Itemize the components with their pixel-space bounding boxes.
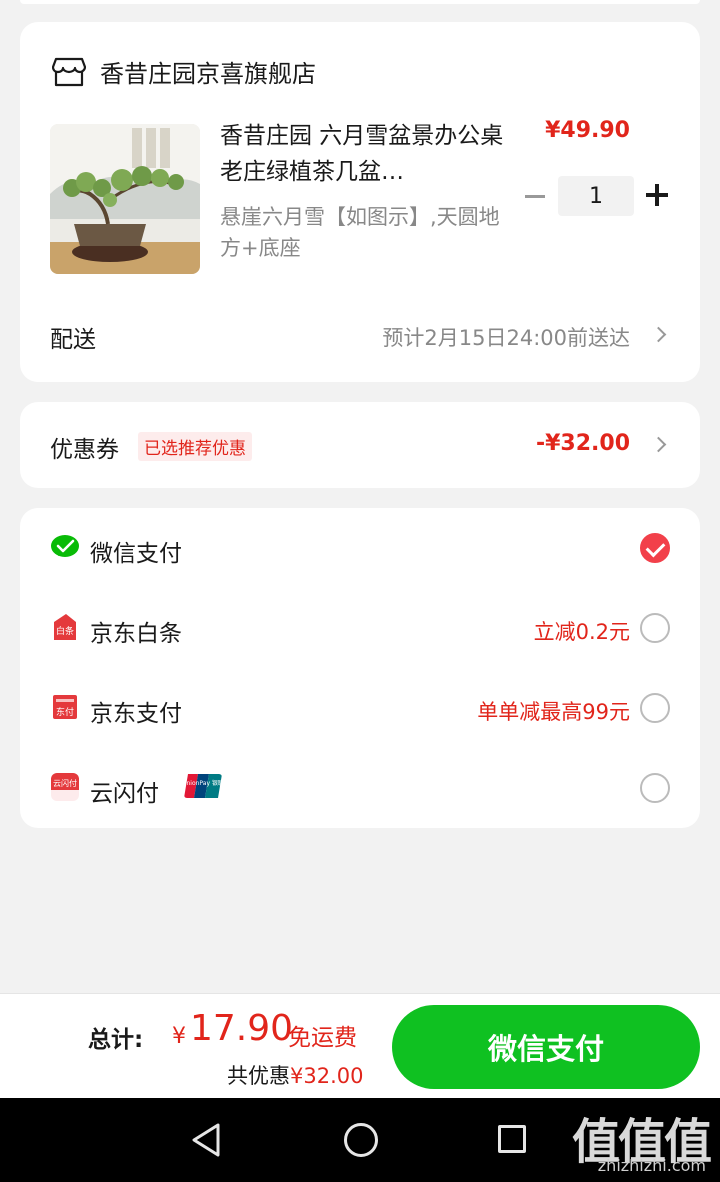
payment-option-jd-baitiao[interactable]: 白条 京东白条 立减0.2元 xyxy=(20,588,700,668)
total-label: 总计: xyxy=(88,1027,144,1053)
store-icon xyxy=(52,57,86,86)
payment-option-jd-pay[interactable]: 东付 京东支付 单单减最高99元 xyxy=(20,668,700,748)
payment-label: 京东白条 xyxy=(90,621,182,647)
payment-option-wechat[interactable]: 微信支付 xyxy=(20,508,700,588)
payment-radio-selected[interactable] xyxy=(640,533,670,563)
quantity-increase-button[interactable] xyxy=(646,184,668,206)
free-shipping-label: 免运费 xyxy=(288,1025,357,1051)
minus-icon xyxy=(525,194,545,198)
store-name: 香昔庄园京喜旗舰店 xyxy=(100,60,316,88)
coupon-label: 优惠券 xyxy=(50,437,119,463)
store-header[interactable]: 香昔庄园京喜旗舰店 xyxy=(52,54,316,89)
quickpass-icon: 云闪付 xyxy=(51,773,79,801)
system-navigation-bar: 值值值 zhizhizhi.com xyxy=(0,1098,720,1182)
payment-label: 云闪付 xyxy=(90,781,159,807)
coupon-card[interactable]: 优惠券 已选推荐优惠 -¥32.00 xyxy=(20,402,700,488)
jd-baitiao-icon: 白条 xyxy=(54,614,76,640)
wechat-pay-icon xyxy=(51,535,79,557)
previous-card-edge xyxy=(20,0,700,4)
chevron-right-icon[interactable] xyxy=(650,436,667,453)
jd-pay-icon: 东付 xyxy=(53,695,77,719)
product-price: ¥49.90 xyxy=(545,118,630,143)
recent-apps-icon[interactable] xyxy=(498,1125,526,1153)
payment-radio[interactable] xyxy=(640,613,670,643)
savings-label: 共优惠 xyxy=(227,1064,290,1088)
home-icon[interactable] xyxy=(344,1123,378,1157)
payment-label: 京东支付 xyxy=(90,701,182,727)
coupon-recommended-badge: 已选推荐优惠 xyxy=(138,432,252,461)
payment-methods-card: 微信支付 白条 京东白条 立减0.2元 东付 京东支付 单单减最高99元 云闪付… xyxy=(20,508,700,828)
jd-baitiao-icon-text: 白条 xyxy=(56,625,74,637)
quantity-decrease-button[interactable] xyxy=(524,174,546,218)
delivery-estimate[interactable]: 预计2月15日24:00前送达 xyxy=(382,322,630,352)
payment-option-quickpass[interactable]: 云闪付 云闪付 xyxy=(20,748,700,828)
total-savings: 共优惠¥32.00 xyxy=(227,1060,363,1090)
product-title[interactable]: 香昔庄园 六月雪盆景办公桌老庄绿植茶几盆… xyxy=(220,118,510,190)
product-spec[interactable]: 悬崖六月雪【如图示】,天圆地方+底座 xyxy=(220,202,510,264)
savings-amount: ¥32.00 xyxy=(290,1064,364,1088)
payment-promo: 立减0.2元 xyxy=(533,620,630,644)
currency-symbol: ¥ xyxy=(172,1024,186,1049)
quantity-input[interactable]: 1 xyxy=(558,176,634,216)
payment-radio[interactable] xyxy=(640,693,670,723)
delivery-label: 配送 xyxy=(50,327,96,353)
back-icon[interactable] xyxy=(190,1122,222,1158)
product-image[interactable] xyxy=(50,124,200,274)
coupon-discount-amount: -¥32.00 xyxy=(535,431,630,456)
wechat-pay-button[interactable]: 微信支付 xyxy=(392,1005,700,1089)
watermark-url: zhizhizhi.com xyxy=(597,1156,706,1175)
unionpay-logo-text: UnionPay 银联 xyxy=(184,779,222,787)
chevron-right-icon[interactable] xyxy=(650,326,667,343)
total-amount: 17.90 xyxy=(190,1008,294,1049)
jd-pay-icon-text: 东付 xyxy=(56,706,74,718)
quickpass-icon-text: 云闪付 xyxy=(53,778,77,788)
payment-label: 微信支付 xyxy=(90,541,182,567)
checkout-bar: 总计: ¥ 17.90 免运费 共优惠¥32.00 微信支付 xyxy=(0,993,720,1098)
payment-radio[interactable] xyxy=(640,773,670,803)
unionpay-logo-icon: UnionPay 银联 xyxy=(184,774,222,798)
payment-promo: 单单减最高99元 xyxy=(477,700,630,724)
store-order-card: 香昔庄园京喜旗舰店 香昔庄园 六月雪盆景办公桌老庄绿植茶几盆… 悬崖六月雪【如图… xyxy=(20,22,700,382)
